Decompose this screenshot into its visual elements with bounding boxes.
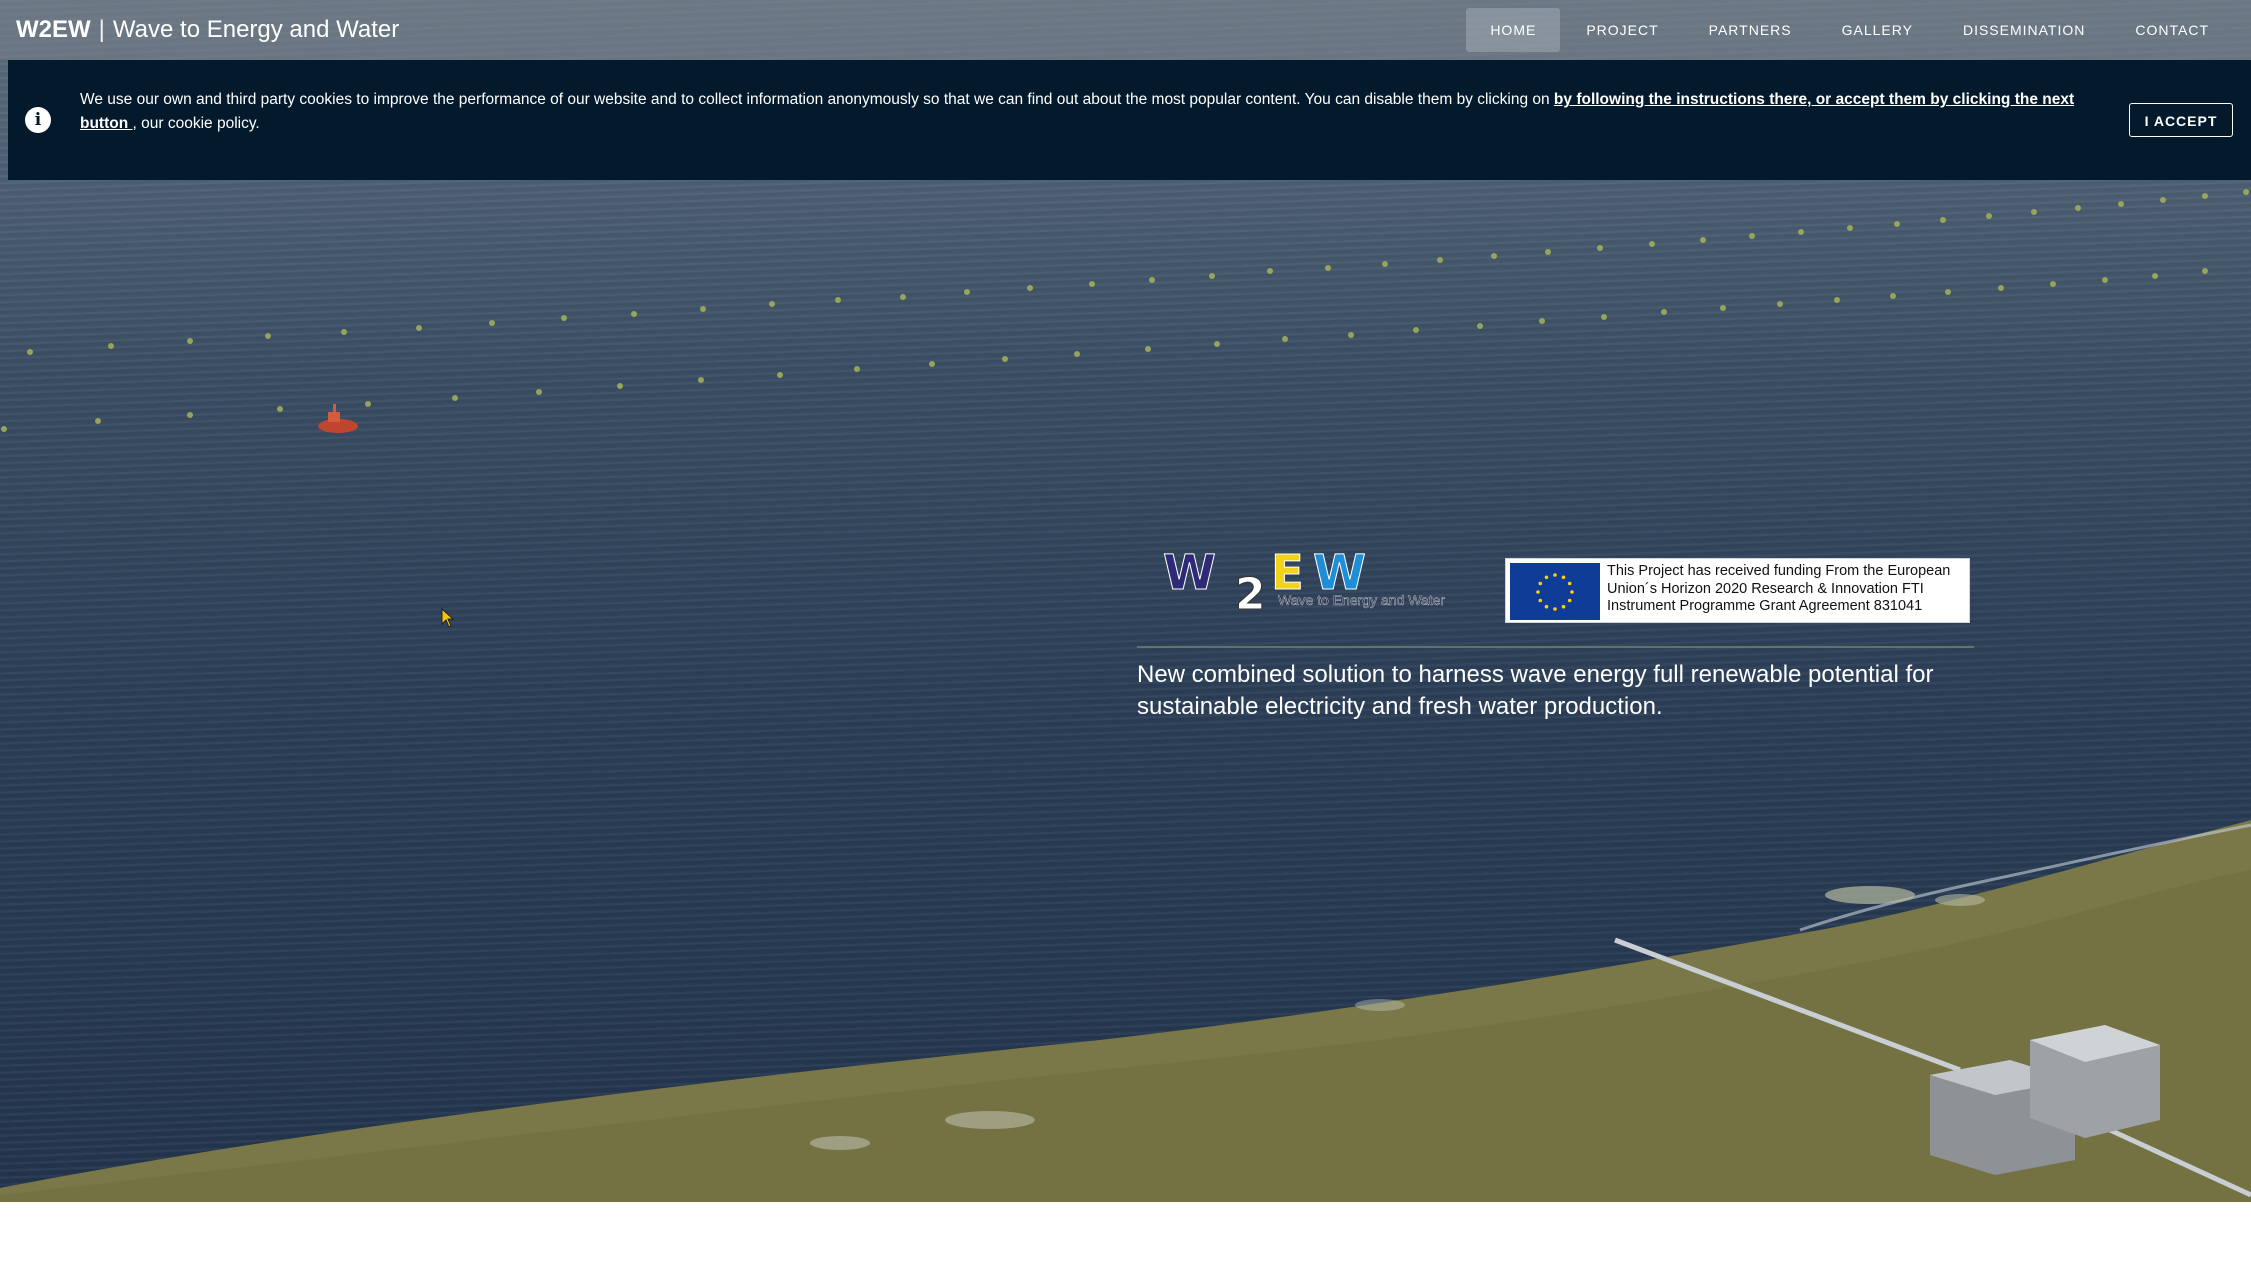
buoy-array xyxy=(1,189,2249,432)
info-icon: i xyxy=(25,107,51,133)
hero-tagline: New combined solution to harness wave en… xyxy=(1137,661,1934,720)
mouse-cursor-icon xyxy=(441,608,455,628)
svg-text:W: W xyxy=(1163,547,1216,601)
nav-project[interactable]: PROJECT xyxy=(1562,8,1682,52)
brand-short: W2EW xyxy=(16,16,91,43)
eu-flag-icon xyxy=(1510,563,1600,620)
cookie-message: We use our own and third party cookies t… xyxy=(80,88,2080,136)
w2ew-logo: W 2 E W Wave to Energy and Water xyxy=(1163,547,1445,617)
eu-funding-notice: This Project has received funding From t… xyxy=(1505,558,1970,623)
nav-home[interactable]: HOME xyxy=(1466,8,1561,52)
accept-cookies-button[interactable]: I ACCEPT xyxy=(2129,103,2233,137)
site-brand[interactable]: W2EW | Wave to Energy and Water xyxy=(16,16,399,44)
cookie-banner: i We use our own and third party cookies… xyxy=(8,60,2251,180)
brand-separator: | xyxy=(98,16,105,43)
top-navbar: W2EW | Wave to Energy and Water HOME PRO… xyxy=(0,0,2251,60)
nav-gallery[interactable]: GALLERY xyxy=(1818,8,1937,52)
boat xyxy=(318,404,358,433)
hero-divider xyxy=(1137,646,1974,648)
main-nav: HOME PROJECT PARTNERS GALLERY DISSEMINAT… xyxy=(1464,8,2233,52)
nav-dissemination[interactable]: DISSEMINATION xyxy=(1939,8,2109,52)
brand-full: Wave to Energy and Water xyxy=(112,16,400,43)
svg-text:2: 2 xyxy=(1235,569,1266,617)
nav-contact[interactable]: CONTACT xyxy=(2111,8,2233,52)
nav-partners[interactable]: PARTNERS xyxy=(1685,8,1816,52)
eu-funding-text: This Project has received funding From t… xyxy=(1607,563,1951,614)
logo-subtitle: Wave to Energy and Water xyxy=(1278,592,1445,608)
cookie-text-before: We use our own and third party cookies t… xyxy=(80,91,1554,108)
cookie-text-after: , our cookie policy. xyxy=(132,115,260,132)
